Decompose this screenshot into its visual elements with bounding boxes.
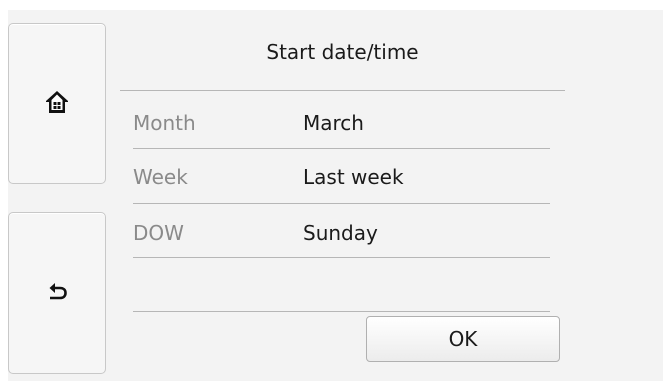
- top-margin: [0, 0, 663, 10]
- home-button[interactable]: [8, 23, 106, 184]
- title-divider: [120, 90, 565, 91]
- back-arrow-icon: [45, 279, 69, 307]
- week-label: Week: [133, 165, 188, 189]
- bottom-divider: [133, 311, 550, 312]
- dow-value: Sunday: [303, 221, 378, 245]
- screen: Start date/time Month March Week Last we…: [0, 0, 663, 381]
- week-value: Last week: [303, 165, 404, 189]
- month-value: March: [303, 111, 364, 135]
- month-label: Month: [133, 111, 196, 135]
- row-divider: [133, 148, 550, 149]
- page-title: Start date/time: [266, 40, 419, 64]
- ok-button[interactable]: OK: [366, 316, 560, 362]
- left-margin: [0, 0, 8, 381]
- back-button[interactable]: [8, 212, 106, 374]
- row-divider: [133, 257, 550, 258]
- dow-label: DOW: [133, 221, 184, 245]
- home-icon: [43, 88, 71, 120]
- row-divider: [133, 203, 550, 204]
